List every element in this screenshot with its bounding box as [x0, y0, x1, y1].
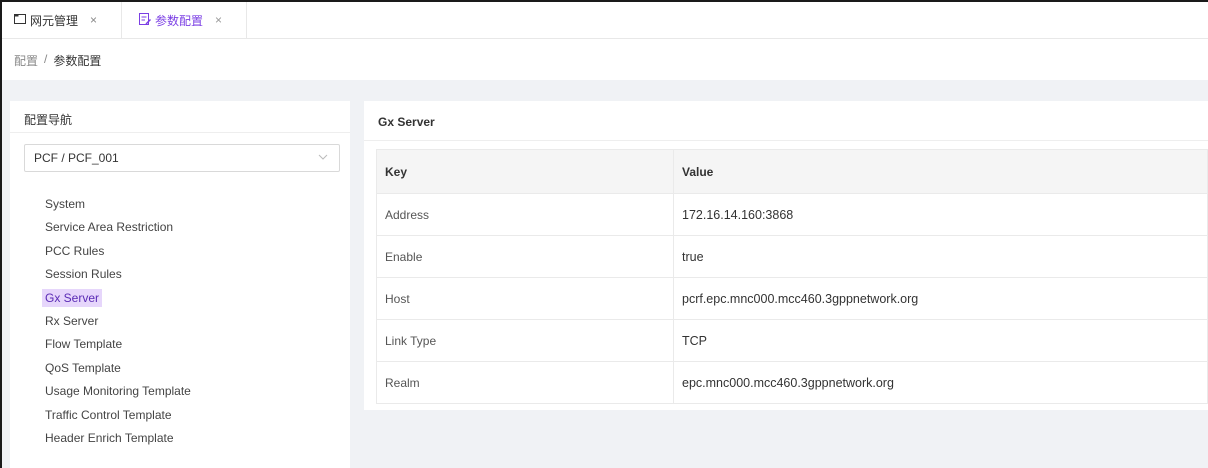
nav-item-qos-template[interactable]: QoS Template [42, 357, 194, 380]
breadcrumb-separator: / [44, 52, 48, 66]
table-header-row: Key Value [376, 149, 1208, 194]
close-icon[interactable]: × [215, 13, 222, 27]
row-key: Host [376, 277, 674, 320]
nav-item-service-area-restriction[interactable]: Service Area Restriction [42, 216, 194, 239]
folder-icon [14, 13, 26, 27]
row-value: 172.16.14.160:3868 [673, 193, 1208, 236]
table-row: Enable true [376, 235, 1208, 278]
nav-item-gx-server[interactable]: Gx Server [42, 287, 194, 310]
nav-list: System Service Area Restriction PCC Rule… [42, 193, 194, 450]
tab-ne-management[interactable]: 网元管理 × [2, 2, 122, 38]
nav-title: 配置导航 [10, 101, 350, 133]
nav-item-usage-monitoring-template[interactable]: Usage Monitoring Template [42, 380, 194, 403]
nav-item-header-enrich-template[interactable]: Header Enrich Template [42, 427, 194, 450]
table-row: Address 172.16.14.160:3868 [376, 193, 1208, 236]
nav-item-flow-template[interactable]: Flow Template [42, 333, 194, 356]
breadcrumb-current: 参数配置 [53, 54, 102, 68]
chevron-down-icon [318, 154, 328, 160]
table-row: Realm epc.mnc000.mcc460.3gppnetwork.org [376, 361, 1208, 404]
row-key: Address [376, 193, 674, 236]
close-icon[interactable]: × [90, 13, 97, 27]
table-row: Host pcrf.epc.mnc000.mcc460.3gppnetwork.… [376, 277, 1208, 320]
breadcrumb-root[interactable]: 配置 [14, 52, 38, 69]
row-key: Realm [376, 361, 674, 404]
nav-item-rx-server[interactable]: Rx Server [42, 310, 194, 333]
nav-item-session-rules[interactable]: Session Rules [42, 263, 194, 286]
column-header-value: Value [673, 149, 1208, 194]
nav-item-pcc-rules[interactable]: PCC Rules [42, 240, 194, 263]
nav-item-system[interactable]: System [42, 193, 194, 216]
config-icon [139, 12, 152, 28]
tab-param-config[interactable]: 参数配置 × [127, 2, 247, 38]
table-row: Link Type TCP [376, 319, 1208, 362]
panel-title: Gx Server [364, 101, 1208, 141]
row-key: Enable [376, 235, 674, 278]
key-value-table: Key Value Address 172.16.14.160:3868 Ena… [376, 149, 1208, 404]
gx-server-panel: Gx Server Key Value Address 172.16.14.16… [364, 101, 1208, 410]
row-value: epc.mnc000.mcc460.3gppnetwork.org [673, 361, 1208, 404]
row-key: Link Type [376, 319, 674, 362]
row-value: pcrf.epc.mnc000.mcc460.3gppnetwork.org [673, 277, 1208, 320]
tab-label: 参数配置 [155, 13, 204, 28]
row-value: TCP [673, 319, 1208, 362]
column-header-key: Key [376, 149, 674, 194]
breadcrumb: 配置 / 参数配置 [14, 52, 101, 69]
tab-bar: 网元管理 × 参数配置 × [2, 2, 1208, 39]
ne-selector-value: PCF / PCF_001 [34, 151, 119, 165]
tab-label: 网元管理 [30, 13, 79, 28]
nav-item-traffic-control-template[interactable]: Traffic Control Template [42, 404, 194, 427]
row-value: true [673, 235, 1208, 278]
config-nav-panel: 配置导航 PCF / PCF_001 System Service Area R… [10, 101, 350, 468]
ne-selector[interactable]: PCF / PCF_001 [24, 144, 340, 172]
